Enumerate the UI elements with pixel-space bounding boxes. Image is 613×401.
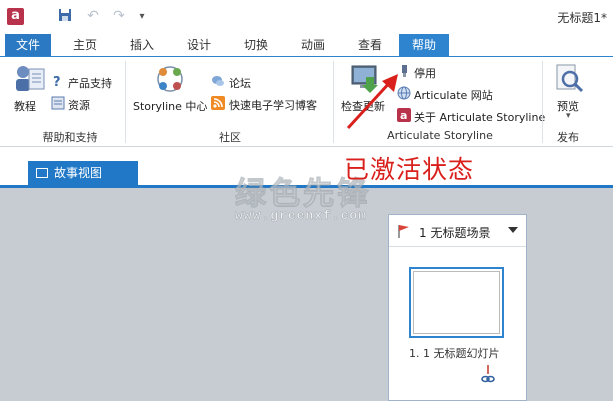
link-icon — [481, 365, 495, 387]
resources-button[interactable]: 资源 — [68, 97, 90, 113]
tab-home[interactable]: 主页 — [62, 34, 108, 56]
tutorial-icon[interactable] — [12, 63, 46, 98]
scene-title: 1 无标题场景 — [419, 226, 491, 240]
blog-button[interactable]: 快速电子学习博客 — [229, 97, 317, 113]
story-view-tab-label: 故事视图 — [54, 166, 103, 180]
group-separator — [125, 61, 126, 143]
title-bar: a ↶ ↷ ▾ 无标题1* — [0, 0, 613, 34]
website-button[interactable]: Articulate 网站 — [414, 87, 493, 103]
deactivate-button[interactable]: 停用 — [414, 65, 436, 81]
product-support-button[interactable]: 产品支持 — [68, 75, 112, 91]
flag-icon — [398, 224, 410, 238]
group-separator — [333, 61, 334, 143]
storyline-center-icon[interactable] — [153, 63, 187, 98]
slide-label: 1. 1 无标题幻灯片 — [409, 347, 500, 360]
redo-icon[interactable]: ↷ — [111, 8, 127, 25]
blog-icon[interactable] — [211, 96, 225, 110]
save-icon[interactable] — [57, 8, 73, 25]
group-separator — [542, 61, 543, 143]
story-view-icon — [36, 168, 48, 178]
preview-dropdown-caret[interactable]: ▾ — [566, 111, 571, 121]
tab-design[interactable]: 设计 — [176, 34, 222, 56]
about-button[interactable]: 关于 Articulate Storyline — [414, 109, 545, 125]
annotation-text: 已激活状态 — [344, 155, 475, 184]
tab-animations[interactable]: 动画 — [290, 34, 336, 56]
scene-header[interactable]: 1 无标题场景 — [389, 215, 526, 247]
tab-help[interactable]: 帮助 — [399, 34, 449, 56]
tutorial-button[interactable]: 教程 — [14, 98, 36, 114]
forum-icon[interactable] — [211, 74, 225, 88]
ribbon-help: 教程 ? 产品支持 资源 帮助和支持 Storyline 中心 论坛 快速电子学… — [0, 56, 613, 147]
tab-insert[interactable]: 插入 — [119, 34, 165, 56]
story-view-tab[interactable]: 故事视图 — [28, 161, 138, 186]
app-logo-icon[interactable]: a — [7, 8, 24, 25]
ribbon-tabs: 文件 主页 插入 设计 切换 动画 查看 帮助 — [0, 34, 613, 56]
customize-toolbar-icon[interactable]: ▾ — [134, 8, 150, 25]
tab-file[interactable]: 文件 — [5, 34, 51, 56]
storyline-center-button[interactable]: Storyline 中心 — [133, 98, 207, 114]
group-label-publish: 发布 — [557, 131, 579, 144]
forum-button[interactable]: 论坛 — [229, 75, 251, 91]
product-support-icon[interactable]: ? — [51, 74, 65, 90]
group-label-community: 社区 — [219, 131, 241, 144]
document-title: 无标题1* — [557, 11, 607, 25]
tab-view[interactable]: 查看 — [347, 34, 393, 56]
preview-icon[interactable] — [555, 63, 585, 98]
scene-menu-chevron-down-icon[interactable] — [508, 227, 518, 233]
scene-card[interactable]: 1 无标题场景 1. 1 无标题幻灯片 — [388, 214, 527, 401]
slide-thumbnail[interactable] — [409, 267, 504, 338]
tab-transitions[interactable]: 切换 — [233, 34, 279, 56]
undo-icon[interactable]: ↶ — [85, 8, 101, 25]
group-label-help: 帮助和支持 — [42, 131, 98, 144]
watermark-en: www.greenxf.com — [235, 208, 368, 224]
annotation-arrow — [346, 74, 398, 130]
resources-icon[interactable] — [51, 96, 65, 110]
svg-text:?: ? — [53, 75, 61, 88]
